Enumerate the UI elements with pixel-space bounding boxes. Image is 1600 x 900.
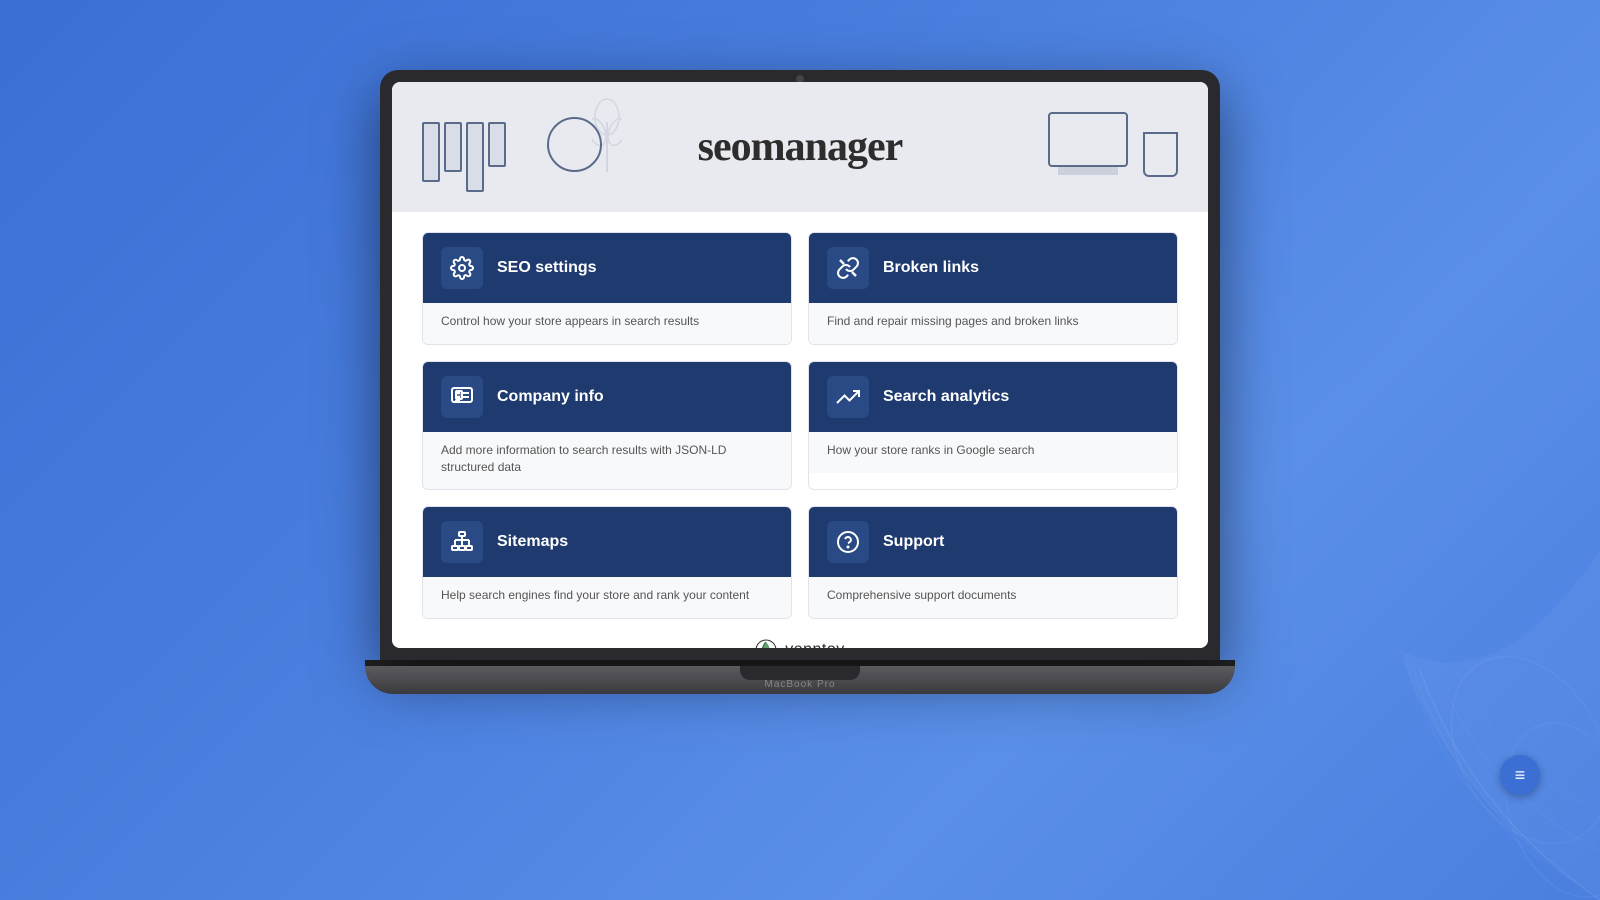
app-logo: seomanager [698,123,903,171]
app-header: seomanager [392,82,1208,212]
sketch-cup [1143,132,1178,177]
laptop-notch [740,666,860,680]
laptop-base: MacBook Pro [365,666,1235,694]
venntov-logo: venntov [422,639,1178,648]
card-broken-links[interactable]: Broken links Find and repair missing pag… [808,232,1178,345]
card-sitemaps-body: Help search engines find your store and … [423,577,791,618]
card-search-analytics[interactable]: Search analytics How your store ranks in… [808,361,1178,491]
card-search-analytics-desc: How your store ranks in Google search [827,442,1159,459]
card-search-analytics-icon [827,376,869,418]
card-support-icon [827,521,869,563]
card-support-title: Support [883,533,944,551]
card-broken-links-desc: Find and repair missing pages and broken… [827,313,1159,330]
laptop-model-text: MacBook Pro [764,679,835,690]
card-support-desc: Comprehensive support documents [827,587,1159,604]
card-seo-settings-body: Control how your store appears in search… [423,303,791,344]
card-sitemaps-desc: Help search engines find your store and … [441,587,773,604]
app-main-content: SEO settings Control how your store appe… [392,212,1208,648]
logo-text-bold: manager [751,124,903,170]
venntov-text: venntov [785,641,845,648]
card-broken-links-icon [827,247,869,289]
card-seo-settings-desc: Control how your store appears in search… [441,313,773,330]
sketch-monitor [1048,112,1128,167]
card-sitemaps-header: Sitemaps [423,507,791,577]
card-broken-links-header: Broken links [809,233,1177,303]
card-company-info[interactable]: Company info Add more information to sea… [422,361,792,491]
floating-btn-icon: ≡ [1515,765,1526,786]
card-sitemaps-icon [441,521,483,563]
laptop-container: seomanager [365,70,1235,830]
card-seo-settings-title: SEO settings [497,259,597,277]
floating-action-button[interactable]: ≡ [1500,755,1540,795]
sketch-books [422,122,506,192]
venntov-logo-icon [755,639,777,648]
card-company-info-header: Company info [423,362,791,432]
card-broken-links-body: Find and repair missing pages and broken… [809,303,1177,344]
card-seo-settings-icon [441,247,483,289]
card-seo-settings-header: SEO settings [423,233,791,303]
card-search-analytics-header: Search analytics [809,362,1177,432]
card-company-info-desc: Add more information to search results w… [441,442,773,476]
card-support[interactable]: Support Comprehensive support documents [808,506,1178,619]
bg-leaf-decoration [1250,550,1600,900]
card-support-body: Comprehensive support documents [809,577,1177,618]
laptop-screen-bezel: seomanager [380,70,1220,660]
venntov-leaf-icon [755,639,777,648]
card-seo-settings[interactable]: SEO settings Control how your store appe… [422,232,792,345]
cards-grid: SEO settings Control how your store appe… [422,232,1178,619]
card-support-header: Support [809,507,1177,577]
card-broken-links-title: Broken links [883,259,979,277]
card-search-analytics-body: How your store ranks in Google search [809,432,1177,473]
card-sitemaps-title: Sitemaps [497,533,568,551]
laptop-screen: seomanager [392,82,1208,648]
card-company-info-body: Add more information to search results w… [423,432,791,490]
card-company-info-title: Company info [497,388,604,406]
card-company-info-icon [441,376,483,418]
card-sitemaps[interactable]: Sitemaps Help search engines find your s… [422,506,792,619]
logo-text-normal: seo [698,124,751,170]
card-search-analytics-title: Search analytics [883,388,1009,406]
sketch-plant [592,92,622,172]
